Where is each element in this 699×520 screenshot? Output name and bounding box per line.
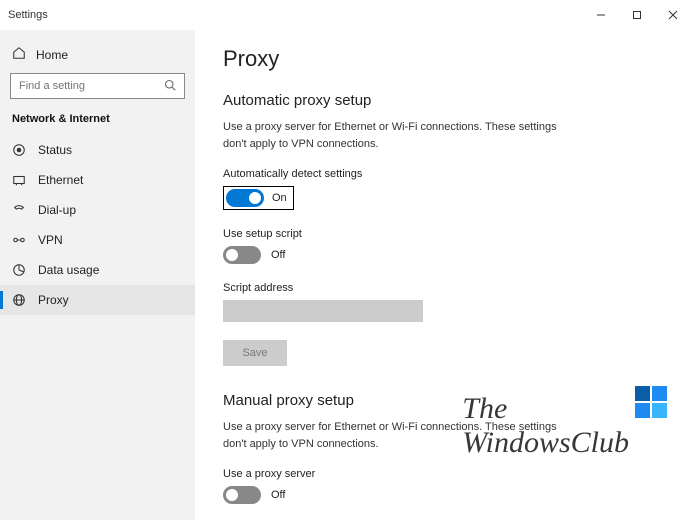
close-button[interactable] xyxy=(655,2,691,28)
use-proxy-toggle[interactable] xyxy=(223,486,261,504)
sidebar-item-label: Ethernet xyxy=(38,173,83,187)
manual-section-desc: Use a proxy server for Ethernet or Wi-Fi… xyxy=(223,419,583,452)
use-proxy-state: Off xyxy=(271,489,285,501)
sidebar-item-dialup[interactable]: Dial-up xyxy=(0,195,195,225)
script-address-input[interactable] xyxy=(223,300,423,322)
vpn-icon xyxy=(12,233,26,247)
search-field[interactable] xyxy=(19,80,164,92)
auto-section-heading: Automatic proxy setup xyxy=(223,92,659,109)
status-icon xyxy=(12,143,26,157)
setup-script-toggle[interactable] xyxy=(223,246,261,264)
setup-script-state: Off xyxy=(271,249,285,261)
main-content: Proxy Automatic proxy setup Use a proxy … xyxy=(195,30,699,520)
auto-detect-toggle[interactable] xyxy=(226,189,264,207)
sidebar-item-proxy[interactable]: Proxy xyxy=(0,285,195,315)
sidebar-item-label: Status xyxy=(38,143,72,157)
sidebar-item-label: Proxy xyxy=(38,293,69,307)
auto-section-desc: Use a proxy server for Ethernet or Wi-Fi… xyxy=(223,119,583,152)
sidebar-category: Network & Internet xyxy=(0,113,195,135)
proxy-icon xyxy=(12,293,26,307)
data-usage-icon xyxy=(12,263,26,277)
page-title: Proxy xyxy=(223,46,659,72)
auto-detect-state: On xyxy=(272,192,287,204)
auto-save-button[interactable]: Save xyxy=(223,340,287,366)
setup-script-label: Use setup script xyxy=(223,228,659,240)
home-icon xyxy=(12,46,26,63)
sidebar-item-datausage[interactable]: Data usage xyxy=(0,255,195,285)
minimize-button[interactable] xyxy=(583,2,619,28)
sidebar-home-label: Home xyxy=(36,48,68,62)
sidebar-item-label: Dial-up xyxy=(38,203,76,217)
sidebar-item-label: Data usage xyxy=(38,263,99,277)
sidebar-item-vpn[interactable]: VPN xyxy=(0,225,195,255)
sidebar: Home Network & Internet Status Ethernet … xyxy=(0,30,195,520)
dialup-icon xyxy=(12,203,26,217)
script-address-label: Script address xyxy=(223,282,659,294)
sidebar-home[interactable]: Home xyxy=(0,40,195,73)
sidebar-item-ethernet[interactable]: Ethernet xyxy=(0,165,195,195)
auto-detect-label: Automatically detect settings xyxy=(223,168,659,180)
sidebar-item-status[interactable]: Status xyxy=(0,135,195,165)
sidebar-item-label: VPN xyxy=(38,233,63,247)
search-input[interactable] xyxy=(10,73,185,99)
search-icon xyxy=(164,79,176,94)
ethernet-icon xyxy=(12,173,26,187)
maximize-button[interactable] xyxy=(619,2,655,28)
auto-detect-toggle-focus: On xyxy=(223,186,294,210)
window-title: Settings xyxy=(8,9,48,21)
manual-section-heading: Manual proxy setup xyxy=(223,392,659,409)
use-proxy-label: Use a proxy server xyxy=(223,468,659,480)
